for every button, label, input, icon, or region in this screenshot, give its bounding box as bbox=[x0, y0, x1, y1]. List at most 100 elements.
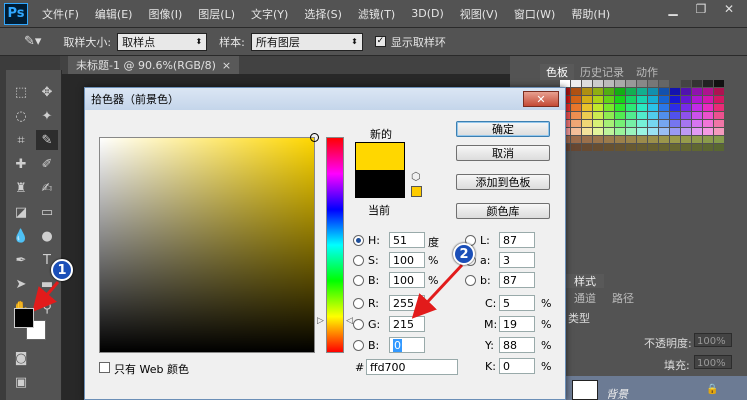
brush-tool-icon[interactable]: ✐ bbox=[36, 154, 58, 174]
clone-stamp-tool-icon[interactable]: ♜ bbox=[10, 178, 32, 198]
swatch-cell[interactable] bbox=[604, 80, 614, 87]
zoom-tool-icon[interactable]: ⚲ bbox=[36, 298, 58, 318]
swatch-cell[interactable] bbox=[604, 144, 614, 151]
y-field[interactable]: 88 bbox=[499, 337, 535, 353]
move-tool-icon[interactable]: ✥ bbox=[36, 82, 58, 102]
swatch-cell[interactable] bbox=[703, 96, 713, 103]
swatch-cell[interactable] bbox=[604, 120, 614, 127]
swatch-cell[interactable] bbox=[571, 112, 581, 119]
swatch-cell[interactable] bbox=[659, 120, 669, 127]
swatch-cell[interactable] bbox=[626, 112, 636, 119]
eyedropper-tool-icon[interactable]: ✎ bbox=[36, 130, 58, 150]
sample-size-select[interactable]: 取样点 ⬍ bbox=[117, 32, 208, 51]
swatch-cell[interactable] bbox=[582, 96, 592, 103]
swatch-cell[interactable] bbox=[593, 80, 603, 87]
swatch-cell[interactable] bbox=[714, 144, 724, 151]
eraser-tool-icon[interactable]: ◪ bbox=[10, 202, 32, 222]
swatch-cell[interactable] bbox=[703, 128, 713, 135]
swatch-cell[interactable] bbox=[604, 104, 614, 111]
ok-button[interactable]: 确定 bbox=[456, 121, 550, 137]
swatch-cell[interactable] bbox=[670, 136, 680, 143]
swatch-cell[interactable] bbox=[648, 88, 658, 95]
swatch-cell[interactable] bbox=[615, 144, 625, 151]
swatch-cell[interactable] bbox=[637, 96, 647, 103]
rgb-b-radio[interactable] bbox=[353, 340, 364, 351]
swatch-cell[interactable] bbox=[626, 128, 636, 135]
tab-paths[interactable]: 路径 bbox=[604, 290, 642, 305]
swatch-cell[interactable] bbox=[703, 80, 713, 87]
gamut-cube-icon[interactable]: ⬡ bbox=[411, 170, 421, 183]
swatch-cell[interactable] bbox=[637, 80, 647, 87]
swatch-cell[interactable] bbox=[648, 104, 658, 111]
swatch-cell[interactable] bbox=[571, 104, 581, 111]
swatch-cell[interactable] bbox=[593, 96, 603, 103]
swatch-cell[interactable] bbox=[637, 104, 647, 111]
swatch-cell[interactable] bbox=[615, 104, 625, 111]
swatch-cell[interactable] bbox=[659, 112, 669, 119]
swatch-cell[interactable] bbox=[593, 120, 603, 127]
swatch-cell[interactable] bbox=[615, 112, 625, 119]
swatch-cell[interactable] bbox=[681, 112, 691, 119]
sample-select[interactable]: 所有图层 ⬍ bbox=[250, 32, 363, 51]
swatch-cell[interactable] bbox=[703, 136, 713, 143]
swatch-cell[interactable] bbox=[714, 128, 724, 135]
swatch-cell[interactable] bbox=[714, 80, 724, 87]
menu-type[interactable]: 文字(Y) bbox=[251, 6, 288, 22]
swatch-cell[interactable] bbox=[670, 120, 680, 127]
web-only-checkbox[interactable] bbox=[99, 362, 110, 373]
swatch-cell[interactable] bbox=[604, 96, 614, 103]
swatch-cell[interactable] bbox=[714, 112, 724, 119]
menu-file[interactable]: 文件(F) bbox=[42, 6, 79, 22]
blur-tool-icon[interactable]: 💧 bbox=[10, 226, 32, 246]
swatch-cell[interactable] bbox=[670, 104, 680, 111]
swatch-cell[interactable] bbox=[593, 104, 603, 111]
g-radio[interactable] bbox=[353, 319, 364, 330]
swatch-cell[interactable] bbox=[571, 80, 581, 87]
tab-channels[interactable]: 通道 bbox=[566, 290, 604, 305]
dodge-tool-icon[interactable]: ● bbox=[36, 226, 58, 246]
swatch-cell[interactable] bbox=[648, 136, 658, 143]
swatch-cell[interactable] bbox=[615, 136, 625, 143]
eyedropper-preset-icon[interactable]: ✎▾ bbox=[24, 34, 41, 49]
swatch-cell[interactable] bbox=[571, 128, 581, 135]
s-radio[interactable] bbox=[353, 255, 364, 266]
swatch-cell[interactable] bbox=[637, 144, 647, 151]
swatch-cell[interactable] bbox=[659, 104, 669, 111]
show-ring-checkbox[interactable]: ✓ bbox=[374, 36, 386, 47]
swatch-cell[interactable] bbox=[571, 144, 581, 151]
swatch-cell[interactable] bbox=[692, 144, 702, 151]
hex-field[interactable]: ffd700 bbox=[366, 359, 458, 375]
swatch-cell[interactable] bbox=[670, 88, 680, 95]
swatch-cell[interactable] bbox=[648, 80, 658, 87]
swatch-cell[interactable] bbox=[637, 120, 647, 127]
l-field[interactable]: 87 bbox=[499, 232, 535, 248]
minimize-icon[interactable]: ▁ bbox=[659, 0, 687, 18]
menu-filter[interactable]: 滤镜(T) bbox=[358, 6, 395, 22]
m-field[interactable]: 19 bbox=[499, 316, 535, 332]
swatch-cell[interactable] bbox=[637, 88, 647, 95]
screen-mode-icon[interactable]: ▣ bbox=[10, 372, 32, 392]
current-color-swatch[interactable] bbox=[355, 170, 405, 198]
swatch-cell[interactable] bbox=[670, 80, 680, 87]
swatch-cell[interactable] bbox=[670, 112, 680, 119]
swatch-cell[interactable] bbox=[582, 112, 592, 119]
swatch-cell[interactable] bbox=[582, 120, 592, 127]
swatch-cell[interactable] bbox=[714, 96, 724, 103]
swatch-cell[interactable] bbox=[670, 96, 680, 103]
menu-help[interactable]: 帮助(H) bbox=[571, 6, 610, 22]
swatch-cell[interactable] bbox=[714, 88, 724, 95]
add-to-swatches-button[interactable]: 添加到色板 bbox=[456, 174, 550, 190]
swatch-cell[interactable] bbox=[626, 120, 636, 127]
marquee-tool-icon[interactable]: ⬚ bbox=[10, 82, 32, 102]
swatch-cell[interactable] bbox=[703, 104, 713, 111]
healing-brush-tool-icon[interactable]: ✚ bbox=[10, 154, 32, 174]
swatch-cell[interactable] bbox=[604, 88, 614, 95]
b-field[interactable]: 100 bbox=[389, 272, 425, 288]
swatch-cell[interactable] bbox=[604, 128, 614, 135]
swatch-cell[interactable] bbox=[670, 128, 680, 135]
swatch-cell[interactable] bbox=[637, 128, 647, 135]
swatch-cell[interactable] bbox=[648, 112, 658, 119]
menu-layer[interactable]: 图层(L) bbox=[198, 6, 235, 22]
swatch-cell[interactable] bbox=[692, 104, 702, 111]
r-radio[interactable] bbox=[353, 298, 364, 309]
